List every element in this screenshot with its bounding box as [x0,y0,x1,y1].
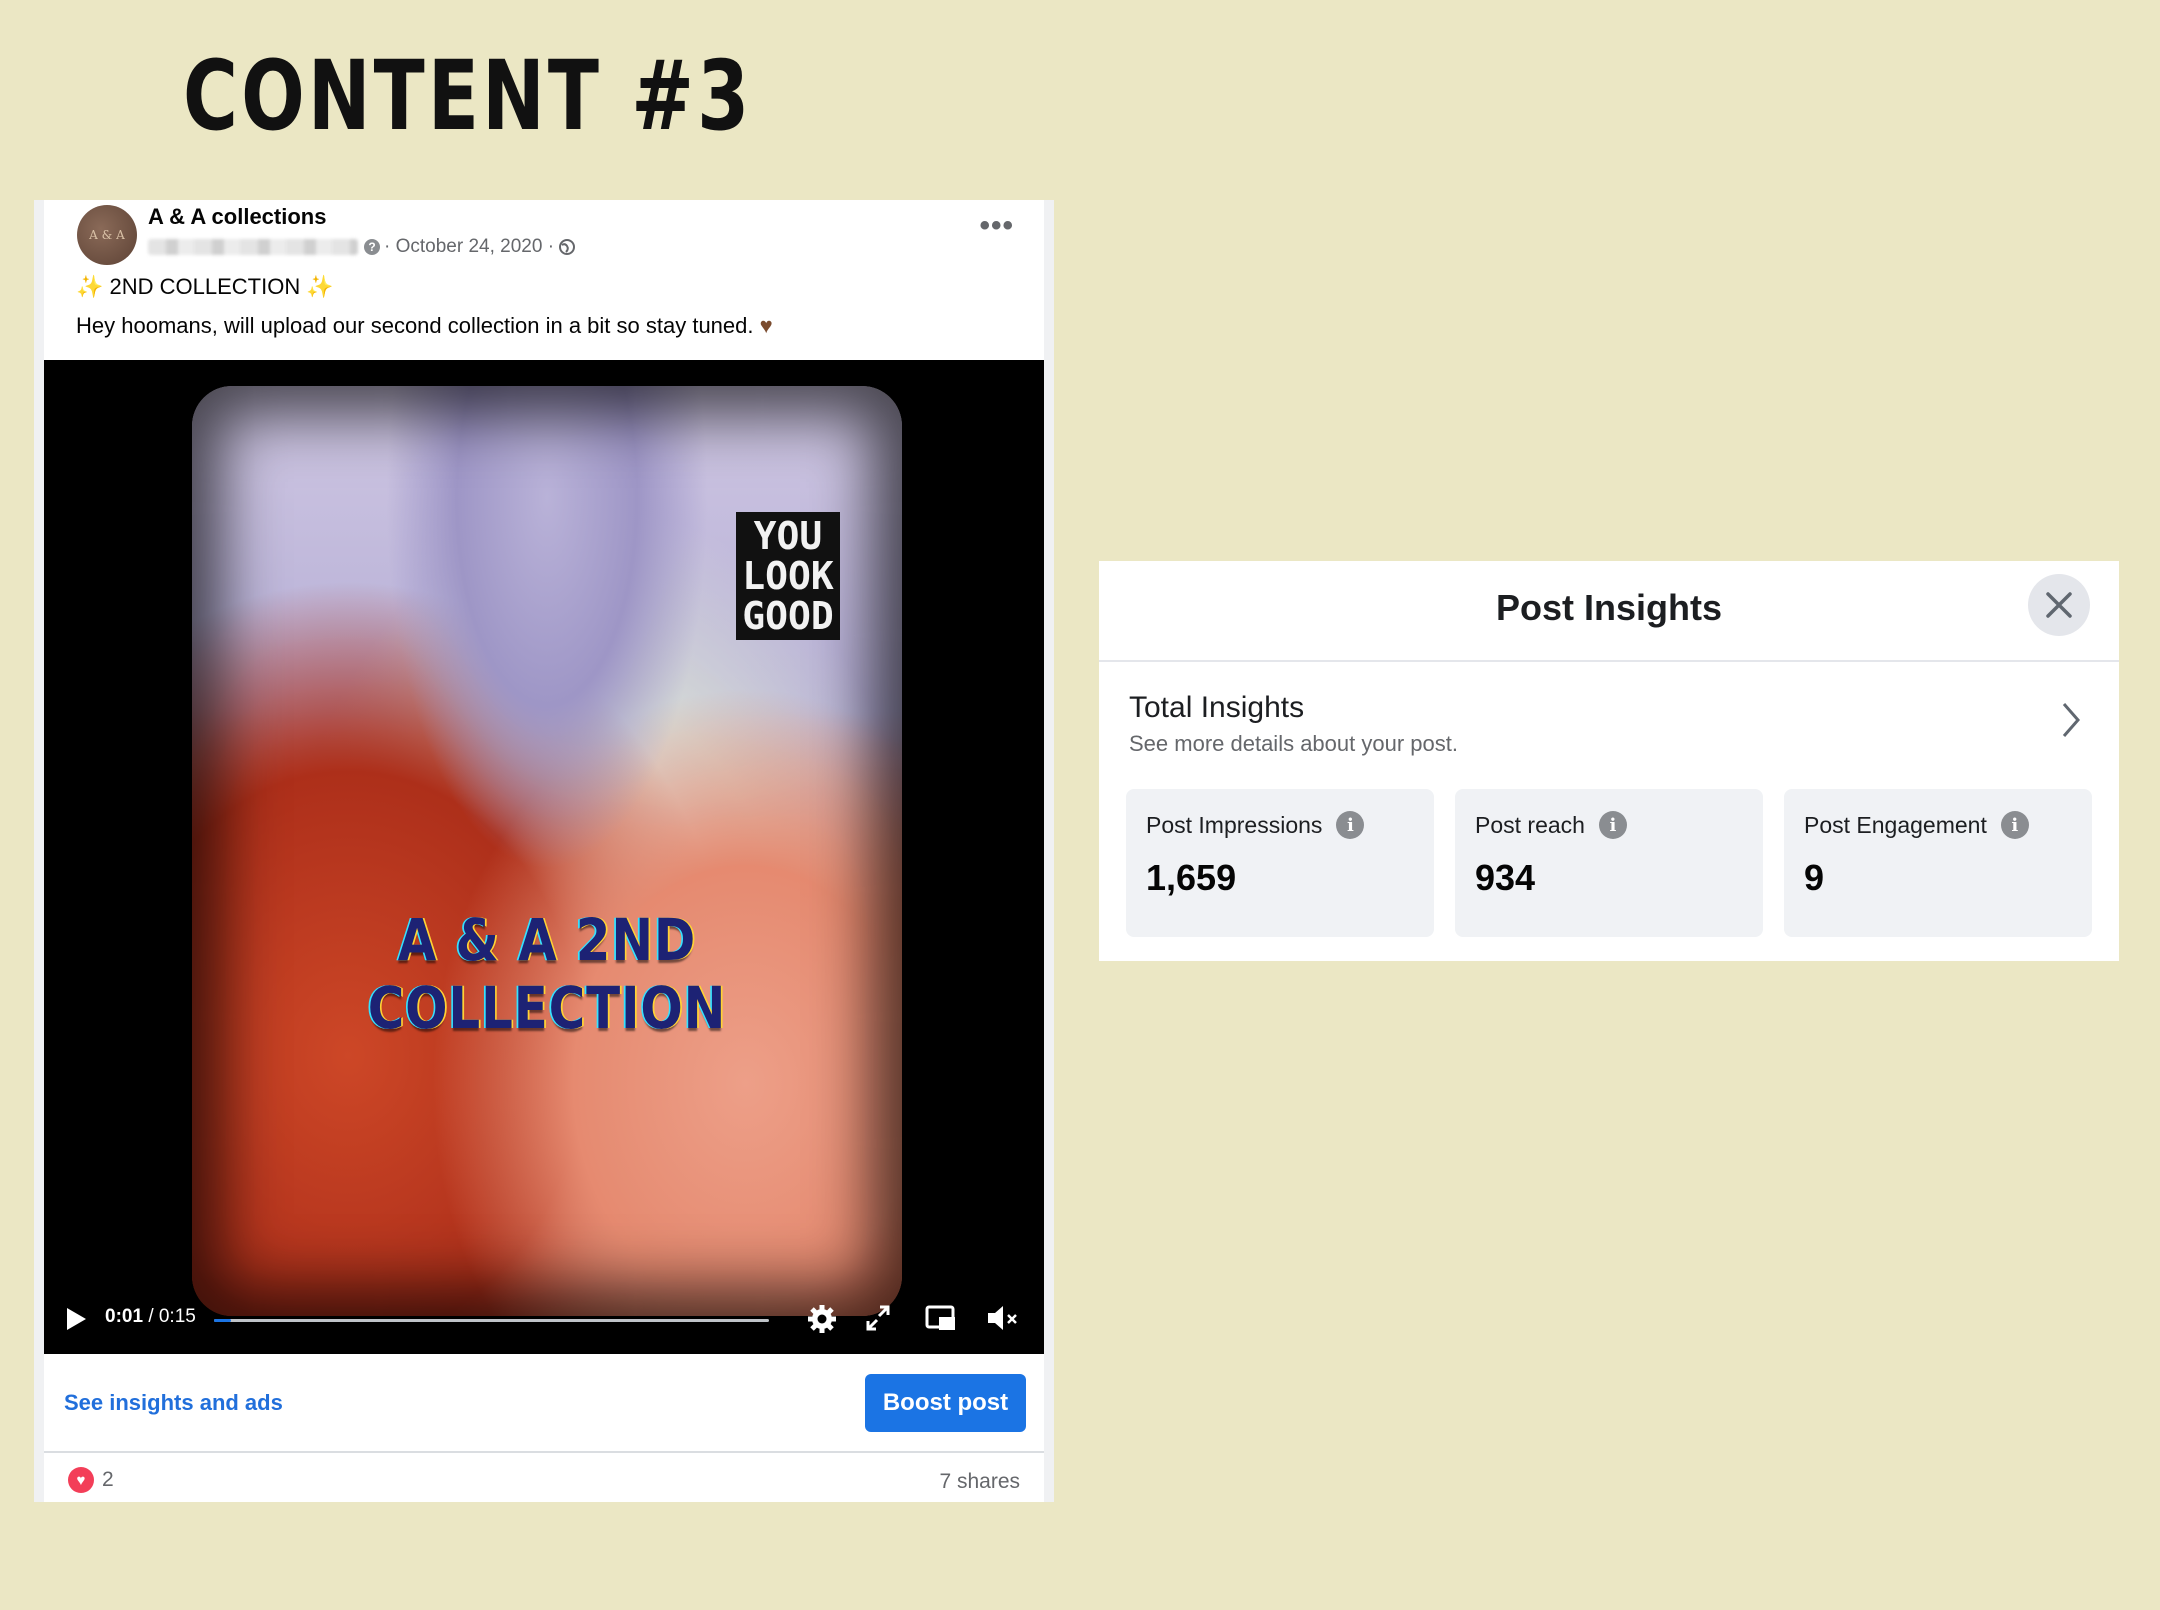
info-icon[interactable]: i [2000,811,2029,839]
globe-icon [559,239,576,255]
progress-fill [214,1319,231,1322]
post-headline: ✨ 2ND COLLECTION ✨ [76,274,334,300]
metric-label: Post reach i [1475,811,1627,839]
total-insights-subtitle: See more details about your post. [1129,731,1458,756]
picture-in-picture-icon[interactable] [925,1303,957,1333]
progress-bar[interactable] [214,1319,769,1322]
metric-card-engagement[interactable]: Post Engagement i 9 [1784,789,2092,937]
panel-title: Post Insights [1495,587,1723,628]
facebook-post-card: A & A A & A collections ? · October 24, … [34,200,1054,1502]
close-button[interactable] [2028,574,2090,636]
slide-title: CONTENT #3 [183,40,753,152]
page-name[interactable]: A & A collections [148,204,326,230]
more-options-icon[interactable]: ••• [979,211,1014,241]
reactions[interactable]: ♥ 2 [68,1467,114,1493]
chevron-right-icon[interactable] [2059,700,2083,740]
post-headline-text: 2ND COLLECTION [109,274,301,299]
sparkle-icon: ✨ [306,274,334,299]
boost-post-button[interactable]: Boost post [865,1374,1026,1432]
avatar-text: A & A [89,228,125,242]
metric-value: 1,659 [1146,857,1237,898]
metric-card-reach[interactable]: Post reach i 934 [1455,789,1763,937]
post-date[interactable]: · October 24, 2020 · [384,236,554,258]
fullscreen-icon[interactable] [864,1303,892,1333]
post-body: Hey hoomans, will upload our second coll… [76,313,773,339]
post-insights-panel: Post Insights Total Insights See more de… [1099,561,2119,961]
metric-card-impressions[interactable]: Post Impressions i 1,659 [1126,789,1434,937]
post-header: A & A A & A collections ? · October 24, … [44,200,1044,280]
time-total: / 0:15 [148,1306,196,1327]
video-player[interactable]: YOU LOOK GOOD A & A 2ND COLLECTION 0:01 … [44,360,1044,1354]
metric-label-text: Post Engagement [1804,811,1987,838]
metric-label: Post Impressions i [1146,811,1365,839]
post-meta: ? · October 24, 2020 · [148,236,576,258]
video-time: 0:01 / 0:15 [105,1306,196,1328]
love-reaction-icon: ♥ [68,1467,94,1493]
metric-label-text: Post Impressions [1146,811,1323,838]
panel-divider [1099,660,2119,662]
metric-value: 934 [1475,857,1536,898]
info-icon[interactable]: i [1336,811,1365,839]
time-current: 0:01 [105,1306,144,1327]
sparkle-icon: ✨ [76,274,104,299]
shares-count[interactable]: 7 shares [939,1470,1020,1494]
metric-label-text: Post reach [1475,811,1585,838]
video-overlay-text: A & A 2ND COLLECTION [367,906,727,1042]
video-controls: 0:01 / 0:15 [44,1284,1044,1354]
blurred-author [148,239,358,255]
mute-icon[interactable] [986,1303,1020,1333]
info-icon[interactable]: i [1598,811,1627,839]
post-footer: See insights and ads Boost post ♥ 2 7 sh… [44,1354,1044,1502]
total-insights-title[interactable]: Total Insights [1129,691,1304,725]
footer-divider [44,1451,1044,1453]
metric-value: 9 [1804,857,1825,898]
metric-label: Post Engagement i [1804,811,2029,839]
shirt-tag-text: YOU LOOK GOOD [736,512,840,640]
play-icon[interactable] [64,1306,88,1332]
reaction-count: 2 [102,1468,114,1491]
brown-heart-icon: ♥ [759,313,773,338]
help-icon[interactable]: ? [364,239,380,255]
settings-gear-icon[interactable] [806,1303,838,1335]
avatar[interactable]: A & A [77,205,137,265]
see-insights-link[interactable]: See insights and ads [64,1390,283,1416]
post-body-text: Hey hoomans, will upload our second coll… [76,313,754,338]
video-frame: YOU LOOK GOOD A & A 2ND COLLECTION [192,386,902,1316]
close-icon [2046,592,2072,618]
